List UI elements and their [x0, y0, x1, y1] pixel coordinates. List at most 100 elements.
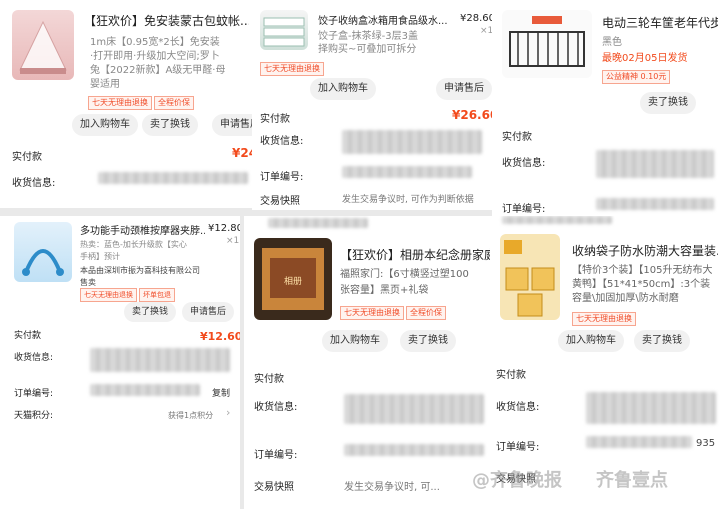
- redacted-order-number: [344, 444, 484, 456]
- product-spec-line: 张容量】黑页+礼袋: [340, 285, 429, 296]
- field-label: 天猫积分:: [14, 411, 54, 421]
- service-tag: 七天无理由退换: [80, 288, 137, 302]
- unit-price: ¥12.80: [208, 223, 240, 234]
- product-spec-line: 1m床【0.95宽*2长】免安装: [90, 37, 220, 48]
- field-label: 实付款: [496, 370, 526, 381]
- product-spec-line: 手柄】预计: [80, 252, 120, 261]
- redacted-address: [90, 348, 230, 372]
- watermark-app: 齐鲁壹点: [596, 470, 668, 491]
- redacted-address: [586, 392, 716, 424]
- service-tag: 全程价保: [154, 96, 194, 110]
- chevron-right-icon[interactable]: ›: [226, 406, 230, 419]
- product-spec-line: 福照家门:【6寸横竖过塑100: [340, 269, 469, 280]
- field-label: 交易快照: [260, 196, 300, 207]
- paid-amount: ¥24: [232, 146, 252, 160]
- order-card-tricycle-basket: 电动三轮车筐老年代步车篮... 黑色 最晚02月05日发货 公益精神 0.10元…: [492, 0, 720, 218]
- field-label: 实付款: [12, 152, 42, 163]
- unit-price: ¥28.60: [460, 13, 492, 24]
- product-title[interactable]: 收纳袋子防水防潮大容量装...: [572, 242, 718, 259]
- product-spec-line: 本品由深圳市振为喜科技有限公司: [80, 266, 200, 275]
- add-to-cart-button[interactable]: 加入购物车: [558, 330, 624, 352]
- service-tags: 七天无理由退换 全程价保: [88, 96, 194, 110]
- svg-text:相册: 相册: [284, 275, 302, 287]
- product-color: 黑色: [602, 37, 622, 48]
- product-title[interactable]: 电动三轮车筐老年代步车篮...: [602, 14, 718, 31]
- resell-button[interactable]: 卖了换钱: [400, 330, 456, 352]
- redacted-order-number: [342, 166, 472, 178]
- product-thumbnail[interactable]: [14, 222, 72, 282]
- field-label: 交易快照: [254, 482, 294, 493]
- paid-amount: ¥26.60: [452, 108, 492, 122]
- add-to-cart-button[interactable]: 加入购物车: [322, 330, 388, 352]
- snapshot-hint[interactable]: 发生交易争议时, 可作为判断依据: [342, 192, 482, 205]
- resell-button[interactable]: 卖了换钱: [634, 330, 690, 352]
- service-tags: 七天无理由退换: [572, 312, 636, 326]
- redacted-store-name: [502, 216, 612, 224]
- field-label: 订单编号:: [260, 172, 304, 183]
- product-title[interactable]: 【狂欢价】相册本纪念册家庭...: [340, 246, 490, 263]
- copy-button[interactable]: 复制: [212, 386, 230, 399]
- service-tag: 七天无理由退换: [88, 96, 152, 110]
- product-spec-line: 兔【2022新款】A级无甲醛·母: [90, 65, 226, 76]
- redacted-order-number: [586, 436, 692, 448]
- delivery-time: 最晚02月05日发货: [602, 53, 688, 64]
- field-label: 实付款: [14, 331, 42, 341]
- product-thumbnail[interactable]: 相册: [254, 238, 332, 320]
- product-spec-line: 【特价3个装】【105升无纺布大: [572, 265, 713, 276]
- order-card-photo-album: 相册 【狂欢价】相册本纪念册家庭... 福照家门:【6寸横竖过塑100 张容量】…: [244, 216, 492, 509]
- service-tag: 七天无理由退换: [340, 306, 404, 320]
- resell-button[interactable]: 卖了换钱: [640, 92, 696, 114]
- redacted-order-number: [596, 198, 714, 210]
- resell-button[interactable]: 卖了换钱: [124, 302, 177, 322]
- after-sale-button[interactable]: 申请售后: [182, 302, 235, 322]
- field-label: 收货信息:: [12, 178, 56, 189]
- product-thumbnail[interactable]: [260, 10, 308, 50]
- redacted-store-name: [268, 218, 368, 228]
- field-label: 订单编号:: [502, 204, 546, 215]
- points-earned: 获得1点积分: [168, 411, 214, 420]
- product-spec-line: 容量\加固加厚\防水耐磨: [572, 293, 679, 304]
- add-to-cart-button[interactable]: 加入购物车: [72, 114, 138, 136]
- service-tag: 七天无理由退换: [260, 62, 324, 76]
- product-thumbnail[interactable]: [502, 10, 592, 78]
- field-label: 订单编号:: [496, 442, 540, 453]
- quantity: ×1: [226, 236, 240, 246]
- service-tags: 七天无理由退换 坏单包退: [80, 288, 175, 302]
- add-to-cart-button[interactable]: 加入购物车: [310, 78, 376, 100]
- service-tag: 全程价保: [406, 306, 446, 320]
- service-tag: 坏单包退: [139, 288, 175, 302]
- product-spec-line: 饺子盒-抹茶绿-3层3盖: [318, 31, 418, 42]
- after-sale-button[interactable]: 申请售后: [436, 78, 492, 100]
- product-title[interactable]: 饺子收纳盒冰箱用食品级水...: [318, 12, 458, 27]
- product-thumbnail[interactable]: [12, 10, 74, 80]
- service-tags: 公益精神 0.10元: [602, 70, 671, 84]
- paid-amount: ¥12.60: [200, 330, 240, 343]
- redacted-order-number: [90, 384, 200, 396]
- product-title[interactable]: 【狂欢价】免安装蒙古包蚊帐...: [84, 12, 249, 29]
- field-label: 收货信息:: [260, 136, 304, 147]
- product-spec-line: ·打开即用·升级加大空间;罗卜: [90, 51, 220, 62]
- product-thumbnail[interactable]: [500, 234, 560, 320]
- product-spec-line: 黄鸭】【51*41*50cm】:3个装: [572, 279, 711, 290]
- snapshot-hint[interactable]: 发生交易争议时, 可...: [344, 478, 440, 493]
- order-card-neck-massager: 多功能手动颈椎按摩器夹脖... ¥12.80 ×1 热卖：蓝色-加长升级款【实心…: [0, 216, 240, 509]
- resell-button[interactable]: 卖了换钱: [142, 114, 198, 136]
- field-label: 订单编号:: [254, 450, 298, 461]
- field-label: 订单编号:: [14, 389, 54, 399]
- redacted-address: [98, 172, 248, 184]
- field-label: 实付款: [254, 374, 284, 385]
- product-title[interactable]: 多功能手动颈椎按摩器夹脖...: [80, 222, 205, 237]
- product-spec-line: 择购买~可叠加可拆分: [318, 44, 417, 55]
- service-tags: 七天无理由退换: [260, 62, 324, 76]
- field-label: 收货信息:: [496, 402, 540, 413]
- redacted-address: [344, 394, 484, 424]
- redacted-address: [596, 150, 714, 178]
- field-label: 收货信息:: [14, 353, 54, 363]
- quantity: ×1: [480, 26, 492, 36]
- field-label: 实付款: [502, 132, 532, 143]
- watermark-newspaper: @齐鲁晚报: [472, 470, 562, 491]
- after-sale-button[interactable]: 申请售后: [212, 114, 252, 136]
- order-card-dumpling-box: 饺子收纳盒冰箱用食品级水... ¥28.60 ×1 饺子盒-抹茶绿-3层3盖 择…: [252, 0, 492, 210]
- redacted-address: [342, 130, 482, 154]
- order-number-suffix: 935: [696, 438, 716, 449]
